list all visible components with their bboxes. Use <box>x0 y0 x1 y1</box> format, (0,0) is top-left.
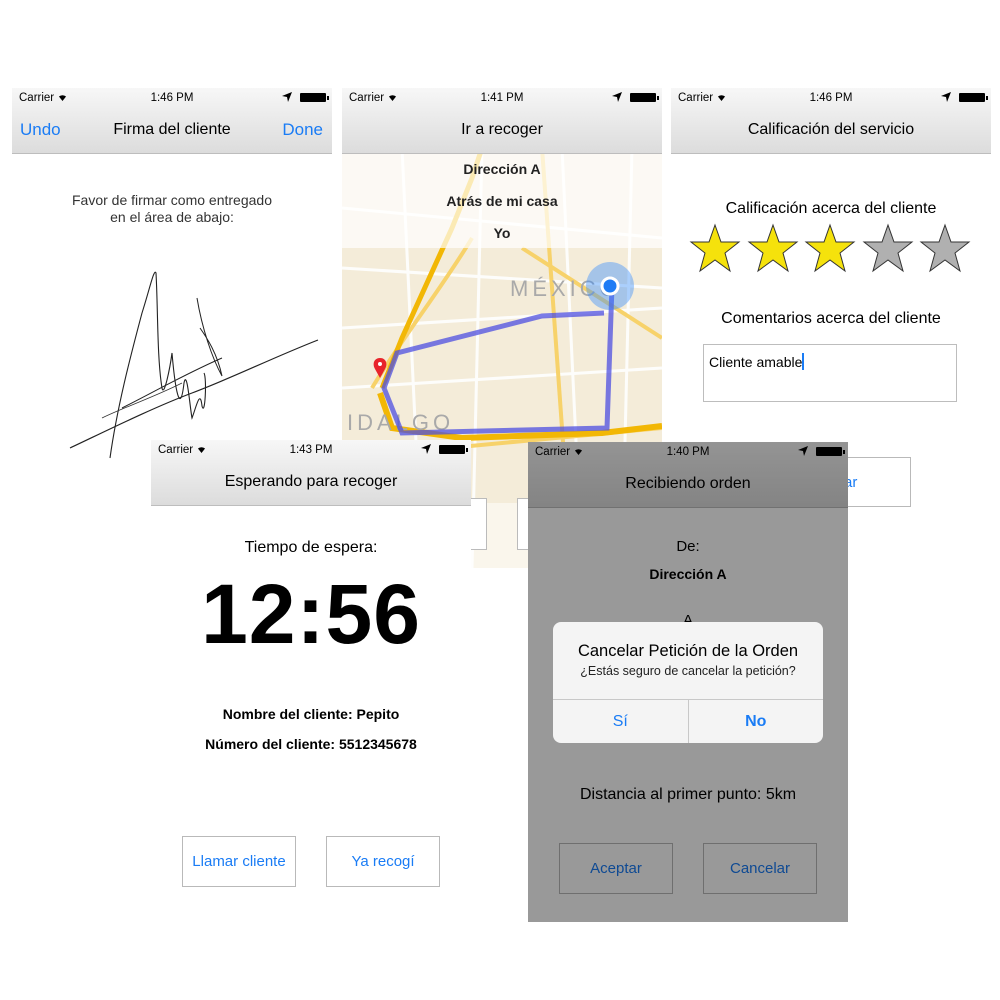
instruction-line-2: en el área de abajo: <box>110 209 234 225</box>
star-empty-icon[interactable] <box>862 223 914 275</box>
client-name: Nombre del cliente: Pepito <box>222 706 400 722</box>
star-filled-icon[interactable] <box>689 223 741 275</box>
instruction-line-1: Favor de firmar como entregado <box>72 192 272 208</box>
text-cursor <box>802 353 805 370</box>
picked-up-button[interactable]: Ya recogí <box>326 836 440 887</box>
status-bar: Carrier 1:46 PM <box>671 88 991 108</box>
battery-icon <box>439 444 468 454</box>
call-client-button[interactable]: Llamar cliente <box>182 836 296 887</box>
battery-icon <box>630 92 659 102</box>
battery-icon <box>959 92 988 102</box>
comments-label: Comentarios acerca del cliente <box>721 310 941 327</box>
destination-label: Dirección A <box>463 161 541 177</box>
order-screen: Carrier 1:40 PM Recibiendo orden De: Dir… <box>528 442 848 922</box>
location-arrow-icon <box>282 92 292 102</box>
star-filled-icon[interactable] <box>804 223 856 275</box>
client-number: Número del cliente: 5512345678 <box>205 736 417 752</box>
route-info-panel: Dirección A Atrás de mi casa Yo <box>342 153 662 248</box>
navigation-bar: Carrier 1:41 PM Ir a recoger <box>342 88 662 154</box>
signature-pad[interactable] <box>12 258 332 468</box>
star-filled-icon[interactable] <box>747 223 799 275</box>
navigation-bar: Carrier 1:43 PM Esperando para recoger <box>151 440 471 506</box>
battery-icon <box>300 92 329 102</box>
page-title: Ir a recoger <box>461 121 543 138</box>
cancel-alert: Cancelar Petición de la Orden ¿Estás seg… <box>553 622 823 743</box>
rating-label: Calificación acerca del cliente <box>725 200 937 217</box>
navigation-bar: Carrier 1:46 PM Calificación del servici… <box>671 88 991 154</box>
location-arrow-icon <box>941 92 951 102</box>
signature-screen: Carrier 1:46 PM Undo Firma del cliente D… <box>12 88 332 468</box>
hidden-button[interactable] <box>470 498 487 550</box>
alert-message: ¿Estás seguro de cancelar la petición? <box>580 664 796 678</box>
waiting-screen: Carrier 1:43 PM Esperando para recoger T… <box>151 440 471 1000</box>
done-button[interactable]: Done <box>282 120 323 140</box>
page-title: Esperando para recoger <box>224 473 398 490</box>
alert-yes-button[interactable]: Sí <box>553 700 688 743</box>
status-bar: Carrier 1:41 PM <box>342 88 662 108</box>
person-label: Yo <box>493 225 511 241</box>
reference-label: Atrás de mi casa <box>446 193 558 209</box>
wait-timer: 12:56 <box>201 567 421 661</box>
location-arrow-icon <box>612 92 622 102</box>
status-bar: Carrier 1:46 PM <box>12 88 332 108</box>
comments-field[interactable]: Cliente amable <box>703 344 957 402</box>
status-bar: Carrier 1:43 PM <box>151 440 471 460</box>
alert-no-button[interactable]: No <box>687 700 824 743</box>
page-title: Calificación del servicio <box>747 121 915 138</box>
comments-value: Cliente amable <box>709 354 803 370</box>
wait-label: Tiempo de espera: <box>244 539 378 556</box>
alert-title: Cancelar Petición de la Orden <box>577 642 799 660</box>
location-arrow-icon <box>421 444 431 454</box>
alert-buttons: Sí No <box>553 699 823 743</box>
star-empty-icon[interactable] <box>919 223 971 275</box>
navigation-bar: Carrier 1:46 PM Undo Firma del cliente D… <box>12 88 332 154</box>
